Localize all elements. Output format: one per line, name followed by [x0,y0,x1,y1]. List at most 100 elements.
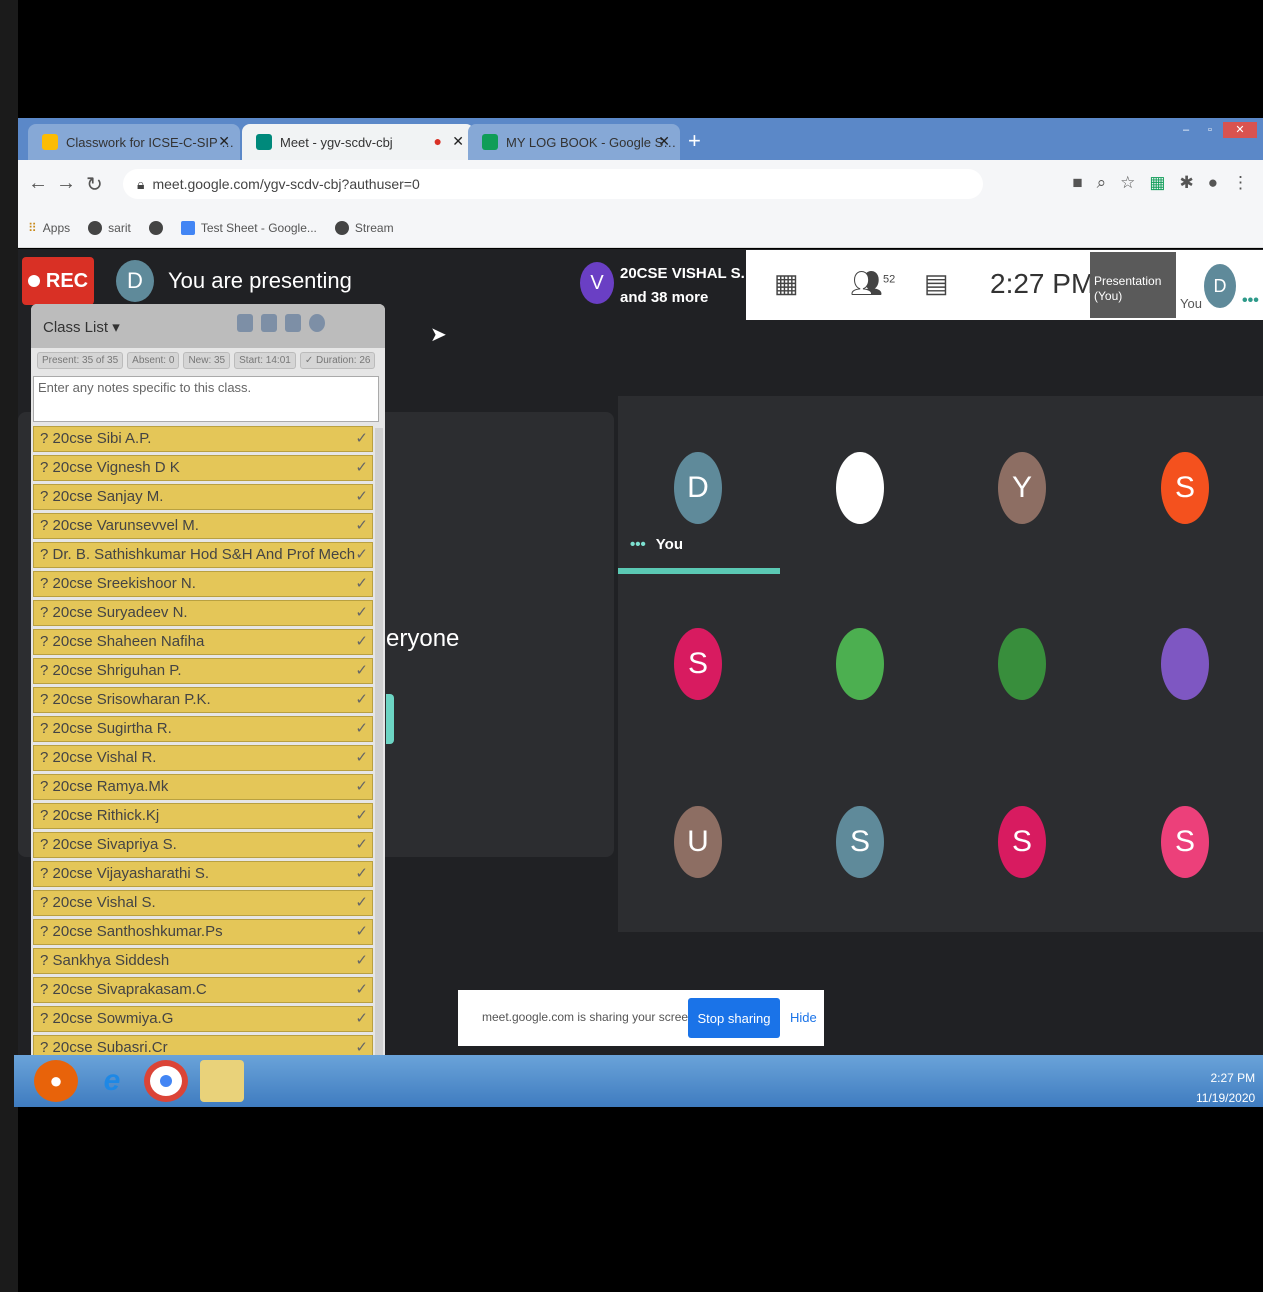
participant-tile-avatar[interactable]: S [1161,806,1209,878]
present-check-icon[interactable]: ✓ [355,920,368,944]
class-notes-field[interactable]: Enter any notes specific to this class. [33,376,379,422]
participant-tile-avatar[interactable]: Y [998,452,1046,524]
puzzle-icon[interactable]: ✱ [1179,173,1193,193]
tab-meet[interactable]: Meet - ygv-scdv-cbj ● ✕ [242,124,474,160]
attendance-icon[interactable] [237,314,253,332]
chat-icon[interactable]: ▤ [924,268,949,299]
presentation-thumbnail[interactable]: Presentation (You) [1090,252,1176,318]
student-row[interactable]: ? 20cse Shaheen Nafiha ✓ [33,629,373,655]
student-row[interactable]: ? 20cse Vignesh D K ✓ [33,455,373,481]
class-list-dropdown[interactable]: Class List ▾ [43,318,120,336]
participant-tile-avatar[interactable]: S [836,806,884,878]
student-row[interactable]: ? 20cse Santhoshkumar.Ps ✓ [33,919,373,945]
student-row[interactable]: ? 20cse Sivapriya S. ✓ [33,832,373,858]
participant-tile-avatar[interactable]: S [998,806,1046,878]
present-check-icon[interactable]: ✓ [355,1036,368,1055]
close-tab-icon[interactable]: ✕ [452,133,464,150]
student-row[interactable]: ? 20cse Shriguhan P. ✓ [33,658,373,684]
present-check-icon[interactable]: ✓ [355,456,368,480]
present-check-icon[interactable]: ✓ [355,862,368,886]
participant-tile-avatar[interactable]: U [674,806,722,878]
bookmark-blank[interactable] [148,220,163,235]
file-explorer-icon[interactable] [200,1060,244,1102]
tab-classwork[interactable]: Classwork for ICSE-C-SIP Studen ✕ [28,124,240,160]
student-row[interactable]: ? 20cse Vishal R. ✓ [33,745,373,771]
student-row[interactable]: ? 20cse Vishal S. ✓ [33,890,373,916]
student-row[interactable]: ? 20cse Sreekishoor N. ✓ [33,571,373,597]
present-check-icon[interactable]: ✓ [355,601,368,625]
student-row[interactable]: ? 20cse Rithick.Kj ✓ [33,803,373,829]
camera-icon[interactable]: ■ [1072,173,1082,193]
profile-icon[interactable]: ● [1208,173,1218,193]
new-tab-button[interactable]: + [688,128,701,154]
address-bar[interactable]: 🔒︎ meet.google.com/ygv-scdv-cbj?authuser… [123,169,983,199]
present-check-icon[interactable]: ✓ [355,833,368,857]
back-icon[interactable]: ← [28,172,48,195]
layout-grid-icon[interactable]: ▦ [774,268,799,299]
system-clock[interactable]: 2:27 PM 11/19/2020 [1196,1068,1255,1108]
present-check-icon[interactable]: ✓ [355,514,368,538]
student-row[interactable]: ? 20cse Vijayasharathi S. ✓ [33,861,373,887]
present-check-icon[interactable]: ✓ [355,804,368,828]
forward-icon[interactable]: → [56,172,76,195]
participant-tile-avatar[interactable] [836,628,884,700]
minimize-button[interactable]: – [1175,122,1197,138]
close-window-button[interactable]: ✕ [1223,122,1257,138]
present-check-icon[interactable]: ✓ [355,630,368,654]
sheets-extension-icon[interactable]: ▦ [1149,173,1165,193]
bookmark-sarit[interactable]: sarit [88,220,131,235]
sheet-icon[interactable] [261,314,277,332]
present-check-icon[interactable]: ✓ [355,949,368,973]
card-button-edge[interactable] [386,694,394,744]
student-row[interactable]: ? 20cse Srisowharan P.K. ✓ [33,687,373,713]
student-row[interactable]: ? 20cse Ramya.Mk ✓ [33,774,373,800]
present-check-icon[interactable]: ✓ [355,978,368,1002]
bookmark-test-sheet[interactable]: Test Sheet - Google... [180,220,317,235]
present-check-icon[interactable]: ✓ [355,659,368,683]
participant-tile-avatar[interactable]: S [674,628,722,700]
student-row[interactable]: ? 20cse Sibi A.P. ✓ [33,426,373,452]
bookmark-apps[interactable]: ⠿ Apps [28,221,70,235]
present-check-icon[interactable]: ✓ [355,717,368,741]
student-list-scrollbar[interactable] [375,428,383,1055]
participant-tile-avatar[interactable] [836,452,884,524]
participant-tile-avatar[interactable]: D [674,452,722,524]
people-icon[interactable]: 👥︎52 [850,268,895,299]
stop-sharing-button[interactable]: Stop sharing [688,998,780,1038]
zoom-icon[interactable]: ⌕ [1097,173,1107,193]
close-tab-icon[interactable]: ✕ [218,133,230,150]
present-check-icon[interactable]: ✓ [355,688,368,712]
present-check-icon[interactable]: ✓ [355,775,368,799]
tab-log-book[interactable]: MY LOG BOOK - Google Sheets ✕ [468,124,680,160]
settings-icon[interactable] [309,314,325,332]
menu-icon[interactable]: ⋮ [1232,173,1249,193]
present-check-icon[interactable]: ✓ [355,891,368,915]
student-row[interactable]: ? 20cse Sivaprakasam.C ✓ [33,977,373,1003]
student-row[interactable]: ? 20cse Sugirtha R. ✓ [33,716,373,742]
more-options-icon[interactable]: ••• [1242,292,1259,310]
present-check-icon[interactable]: ✓ [355,543,368,567]
student-row[interactable]: ? 20cse Sowmiya.G ✓ [33,1006,373,1032]
internet-explorer-icon[interactable]: e [90,1060,134,1102]
chrome-icon[interactable] [144,1060,188,1102]
student-row[interactable]: ? 20cse Sanjay M. ✓ [33,484,373,510]
student-row[interactable]: ? 20cse Suryadeev N. ✓ [33,600,373,626]
present-check-icon[interactable]: ✓ [355,746,368,770]
present-check-icon[interactable]: ✓ [355,485,368,509]
maximize-button[interactable]: ▫ [1199,122,1221,138]
present-check-icon[interactable]: ✓ [355,572,368,596]
bookmark-stream[interactable]: Stream [334,220,394,235]
star-icon[interactable]: ☆ [1120,173,1135,193]
student-row[interactable]: ? Dr. B. Sathishkumar Hod S&H And Prof M… [33,542,373,568]
student-row[interactable]: ? 20cse Varunsevvel M. ✓ [33,513,373,539]
reload-icon[interactable]: ↻ [86,172,103,197]
present-check-icon[interactable]: ✓ [355,427,368,451]
print-icon[interactable] [285,314,301,332]
firefox-icon[interactable]: ● [34,1060,78,1102]
student-row[interactable]: ? Sankhya Siddesh ✓ [33,948,373,974]
present-check-icon[interactable]: ✓ [355,1007,368,1031]
participant-tile-avatar[interactable]: S [1161,452,1209,524]
student-row[interactable]: ? 20cse Subasri.Cr ✓ [33,1035,373,1055]
hide-banner-button[interactable]: Hide [790,1010,817,1025]
close-tab-icon[interactable]: ✕ [658,133,670,150]
